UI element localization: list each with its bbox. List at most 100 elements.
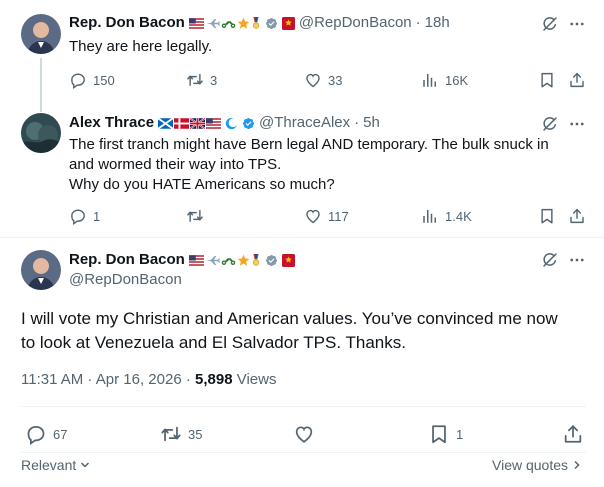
bookmark-count: 1 [456, 426, 464, 442]
airplane-icon [205, 254, 220, 267]
heart-icon [304, 71, 322, 89]
tweet-text-line: Why do you HATE Americans so much? [69, 176, 335, 193]
views-icon [421, 71, 439, 89]
medal-icon [251, 17, 261, 30]
post-time[interactable]: 5h [363, 113, 380, 133]
share-icon[interactable] [568, 71, 586, 89]
reply-button[interactable]: 150 [69, 71, 115, 89]
reply-tweet-thrace[interactable]: Alex Thrace @ThraceAlex · 5h The first t… [0, 100, 604, 237]
tweet-meta: 11:31 AM · Apr 16, 2026 · 5,898 Views [21, 371, 276, 388]
reply-count: 150 [93, 72, 115, 88]
author-name[interactable]: Rep. Don Bacon [69, 250, 185, 270]
author-handle[interactable]: @RepDonBacon [69, 270, 182, 290]
repost-count: 3 [210, 72, 218, 88]
repost-icon [186, 207, 204, 225]
repost-button[interactable]: 3 [186, 71, 217, 89]
main-tweet: Rep. Don Bacon @RepDonBacon [0, 238, 604, 487]
author-handle[interactable]: @ThraceAlex [259, 113, 350, 133]
verified-gray-icon[interactable] [265, 17, 278, 30]
like-count: 117 [328, 208, 349, 224]
repost-button[interactable]: 35 [160, 423, 202, 445]
sort-relevant-dropdown[interactable]: Relevant [21, 457, 90, 473]
verified-gray-icon[interactable] [265, 254, 278, 267]
author-name[interactable]: Alex Thrace [69, 113, 154, 133]
bookmark-button[interactable]: 1 [428, 423, 463, 445]
reply-button[interactable]: 67 [25, 423, 67, 445]
us-flag-icon [206, 117, 221, 130]
author-handle[interactable]: @RepDonBacon [299, 13, 412, 33]
affiliate-emblem-icon[interactable] [282, 254, 295, 267]
repost-count: 35 [188, 426, 203, 442]
reply-tweet-bacon[interactable]: Rep. Don Bacon @RepDonBacon · 18h They a… [0, 0, 604, 112]
scotland-flag-icon [158, 117, 173, 130]
views-icon [421, 207, 439, 225]
more-options-icon[interactable] [568, 115, 586, 133]
author-name[interactable]: Rep. Don Bacon [69, 13, 185, 33]
chevron-down-icon [81, 462, 90, 468]
heart-icon [304, 207, 322, 225]
star-icon [237, 17, 250, 30]
share-icon[interactable] [562, 423, 584, 445]
sort-label: Relevant [21, 457, 77, 473]
star-icon [237, 254, 250, 267]
profile-badges [158, 117, 255, 130]
divider [21, 452, 586, 453]
reply-icon [69, 207, 87, 225]
avatar[interactable] [21, 14, 61, 54]
like-count: 33 [328, 72, 343, 88]
avatar[interactable] [21, 250, 61, 290]
reply-count: 1 [93, 208, 101, 224]
tweet-text-line: to look at Venezuela and El Salvador TPS… [21, 333, 406, 352]
like-button[interactable] [293, 423, 321, 445]
us-flag-icon [189, 254, 204, 267]
share-icon[interactable] [568, 207, 586, 225]
tweet-text-line: and wormed their way into TPS. [69, 156, 282, 173]
divider [21, 406, 586, 407]
bookmark-icon[interactable] [538, 71, 556, 89]
airplane-icon [205, 17, 220, 30]
avatar[interactable] [21, 113, 61, 153]
views-button[interactable]: 16K [421, 71, 468, 89]
grok-icon[interactable] [541, 115, 559, 133]
main-tweet-text: I will vote my Christian and American va… [21, 307, 586, 355]
like-button[interactable]: 33 [304, 71, 342, 89]
tweet-text-line: The first tranch might have Bern legal A… [69, 136, 549, 153]
chevron-right-icon [574, 460, 580, 470]
crescent-icon [225, 117, 238, 130]
reply-icon [25, 423, 47, 445]
repost-button[interactable] [186, 207, 210, 225]
separator-dot: · [354, 114, 360, 131]
views-count: 5,898 [195, 371, 233, 388]
profile-badges [189, 17, 295, 30]
like-button[interactable]: 117 [304, 207, 349, 225]
separator-dot: · [415, 14, 421, 31]
repost-icon [186, 71, 204, 89]
us-flag-icon [189, 17, 204, 30]
views-count: 1.4K [445, 208, 472, 224]
verified-blue-icon[interactable] [242, 117, 255, 130]
denmark-flag-icon [174, 117, 189, 130]
grok-icon[interactable] [541, 15, 559, 33]
view-quotes-link[interactable]: View quotes [492, 457, 582, 473]
bookmark-icon[interactable] [538, 207, 556, 225]
more-options-icon[interactable] [568, 251, 586, 269]
medal-icon [251, 254, 261, 267]
motorcycle-icon [221, 17, 236, 30]
repost-icon [160, 423, 182, 445]
grok-icon[interactable] [541, 251, 559, 269]
tweet-text: The first tranch might have Bern legal A… [69, 135, 589, 195]
post-time[interactable]: 18h [425, 13, 450, 33]
reply-count: 67 [53, 426, 68, 442]
reply-button[interactable]: 1 [69, 207, 100, 225]
views-label: Views [236, 371, 277, 388]
motorcycle-icon [221, 254, 236, 267]
tweet-text: They are here legally. [69, 38, 213, 55]
reply-icon [69, 71, 87, 89]
affiliate-emblem-icon[interactable] [282, 17, 295, 30]
views-button[interactable]: 1.4K [421, 207, 472, 225]
views-count: 16K [445, 72, 469, 88]
profile-badges [189, 254, 295, 267]
uk-flag-icon [190, 117, 205, 130]
post-timestamp[interactable]: 11:31 AM · Apr 16, 2026 · [21, 371, 191, 388]
more-options-icon[interactable] [568, 15, 586, 33]
